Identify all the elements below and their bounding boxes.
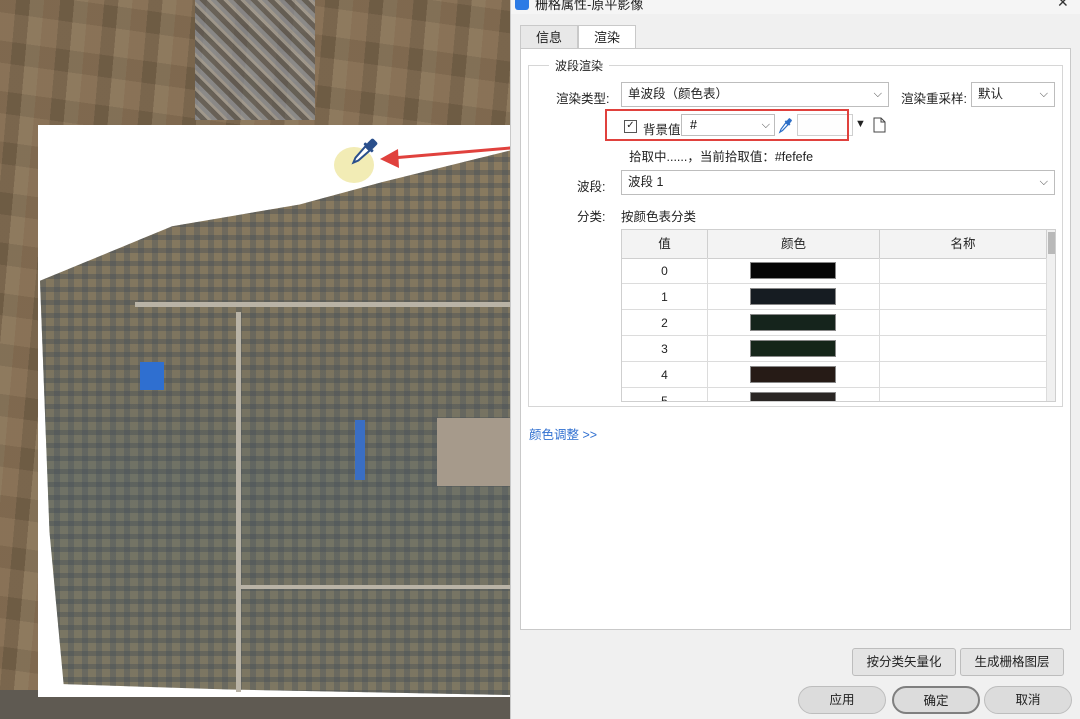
- cell-color[interactable]: [708, 284, 880, 310]
- color-swatch[interactable]: [750, 392, 836, 401]
- highlight-annotation-box: [605, 109, 849, 141]
- resample-value: 默认: [978, 87, 1004, 101]
- chevron-down-icon: ⌵: [873, 88, 882, 100]
- cell-color[interactable]: [708, 258, 880, 284]
- column-header-value[interactable]: 值: [622, 230, 708, 258]
- generate-raster-layer-button[interactable]: 生成栅格图层: [960, 648, 1064, 676]
- color-table: 值 颜色 名称 012345: [621, 229, 1056, 402]
- table-row[interactable]: 2: [622, 310, 1047, 336]
- resample-label: 渲染重采样:: [901, 92, 967, 106]
- band-select[interactable]: 波段 1 ⌵: [621, 170, 1055, 195]
- cell-color[interactable]: [708, 336, 880, 362]
- render-type-value: 单波段（颜色表）: [628, 87, 729, 101]
- dialog-title: 栅格属性-原平影像: [535, 0, 644, 12]
- raster-properties-dialog: 栅格属性-原平影像 ✕ 信息 渲染 波段渲染 渲染类型: 单波段（颜色表） ⌵ …: [510, 0, 1080, 719]
- color-swatch[interactable]: [750, 340, 836, 357]
- table-scrollbar[interactable]: [1047, 230, 1055, 401]
- tab-render[interactable]: 渲染: [578, 25, 636, 49]
- app-icon: [515, 0, 529, 10]
- cell-color[interactable]: [708, 388, 880, 401]
- scrollbar-thumb[interactable]: [1048, 232, 1055, 254]
- cell-name[interactable]: [880, 284, 1047, 310]
- table-header: 值 颜色 名称: [622, 230, 1047, 259]
- cell-value: 1: [622, 284, 708, 310]
- color-swatch[interactable]: [750, 366, 836, 383]
- color-swatch[interactable]: [750, 262, 836, 279]
- cell-value: 0: [622, 258, 708, 284]
- table-row[interactable]: 1: [622, 284, 1047, 310]
- cancel-button[interactable]: 取消: [984, 686, 1072, 714]
- render-type-select[interactable]: 单波段（颜色表） ⌵: [621, 82, 889, 107]
- title-bar: 栅格属性-原平影像 ✕: [511, 0, 1080, 14]
- blue-roof-building: [140, 362, 164, 390]
- color-dropdown-arrow-icon[interactable]: ▼: [855, 118, 866, 130]
- cell-value: 2: [622, 310, 708, 336]
- cell-name[interactable]: [880, 336, 1047, 362]
- chevron-down-icon: ⌵: [1039, 88, 1048, 100]
- raster-road: [236, 312, 241, 692]
- cell-value: 4: [622, 362, 708, 388]
- cell-value: 3: [622, 336, 708, 362]
- apply-button[interactable]: 应用: [798, 686, 886, 714]
- cell-color[interactable]: [708, 310, 880, 336]
- cell-name[interactable]: [880, 310, 1047, 336]
- band-label: 波段:: [577, 180, 606, 194]
- table-row[interactable]: 3: [622, 336, 1047, 362]
- cell-name[interactable]: [880, 388, 1047, 401]
- raster-road: [240, 585, 512, 589]
- ok-button[interactable]: 确定: [892, 686, 980, 714]
- village-imagery: [195, 0, 315, 120]
- table-row[interactable]: 5: [622, 388, 1047, 401]
- tab-info[interactable]: 信息: [520, 25, 578, 48]
- classify-label: 分类:: [577, 210, 606, 224]
- render-type-label: 渲染类型:: [556, 92, 610, 106]
- table-row[interactable]: 0: [622, 258, 1047, 284]
- close-icon[interactable]: ✕: [1057, 0, 1069, 11]
- tab-render-label: 渲染: [593, 30, 620, 45]
- color-adjust-link[interactable]: 颜色调整 >>: [529, 424, 597, 443]
- cell-name[interactable]: [880, 258, 1047, 284]
- pick-status-text: 拾取中......，当前拾取值：#fefefe: [629, 150, 814, 164]
- group-title: 波段渲染: [549, 57, 610, 74]
- eyedropper-cursor-icon: [351, 138, 378, 165]
- color-swatch[interactable]: [750, 288, 836, 305]
- color-swatch[interactable]: [750, 314, 836, 331]
- resample-select[interactable]: 默认 ⌵: [971, 82, 1055, 107]
- tab-info-label: 信息: [535, 30, 562, 45]
- band-value: 波段 1: [628, 175, 664, 189]
- chevron-down-icon: ⌵: [1039, 176, 1048, 188]
- cell-value: 5: [622, 388, 708, 401]
- vectorize-by-class-button[interactable]: 按分类矢量化: [852, 648, 956, 676]
- file-icon[interactable]: [873, 117, 886, 133]
- factory-roof: [437, 418, 512, 486]
- column-header-color[interactable]: 颜色: [708, 230, 880, 258]
- classify-value: 按颜色表分类: [621, 210, 697, 224]
- cell-name[interactable]: [880, 362, 1047, 388]
- cell-color[interactable]: [708, 362, 880, 388]
- column-header-name[interactable]: 名称: [880, 230, 1047, 258]
- table-row[interactable]: 4: [622, 362, 1047, 388]
- raster-road: [135, 302, 512, 307]
- blue-roof-building: [355, 420, 365, 480]
